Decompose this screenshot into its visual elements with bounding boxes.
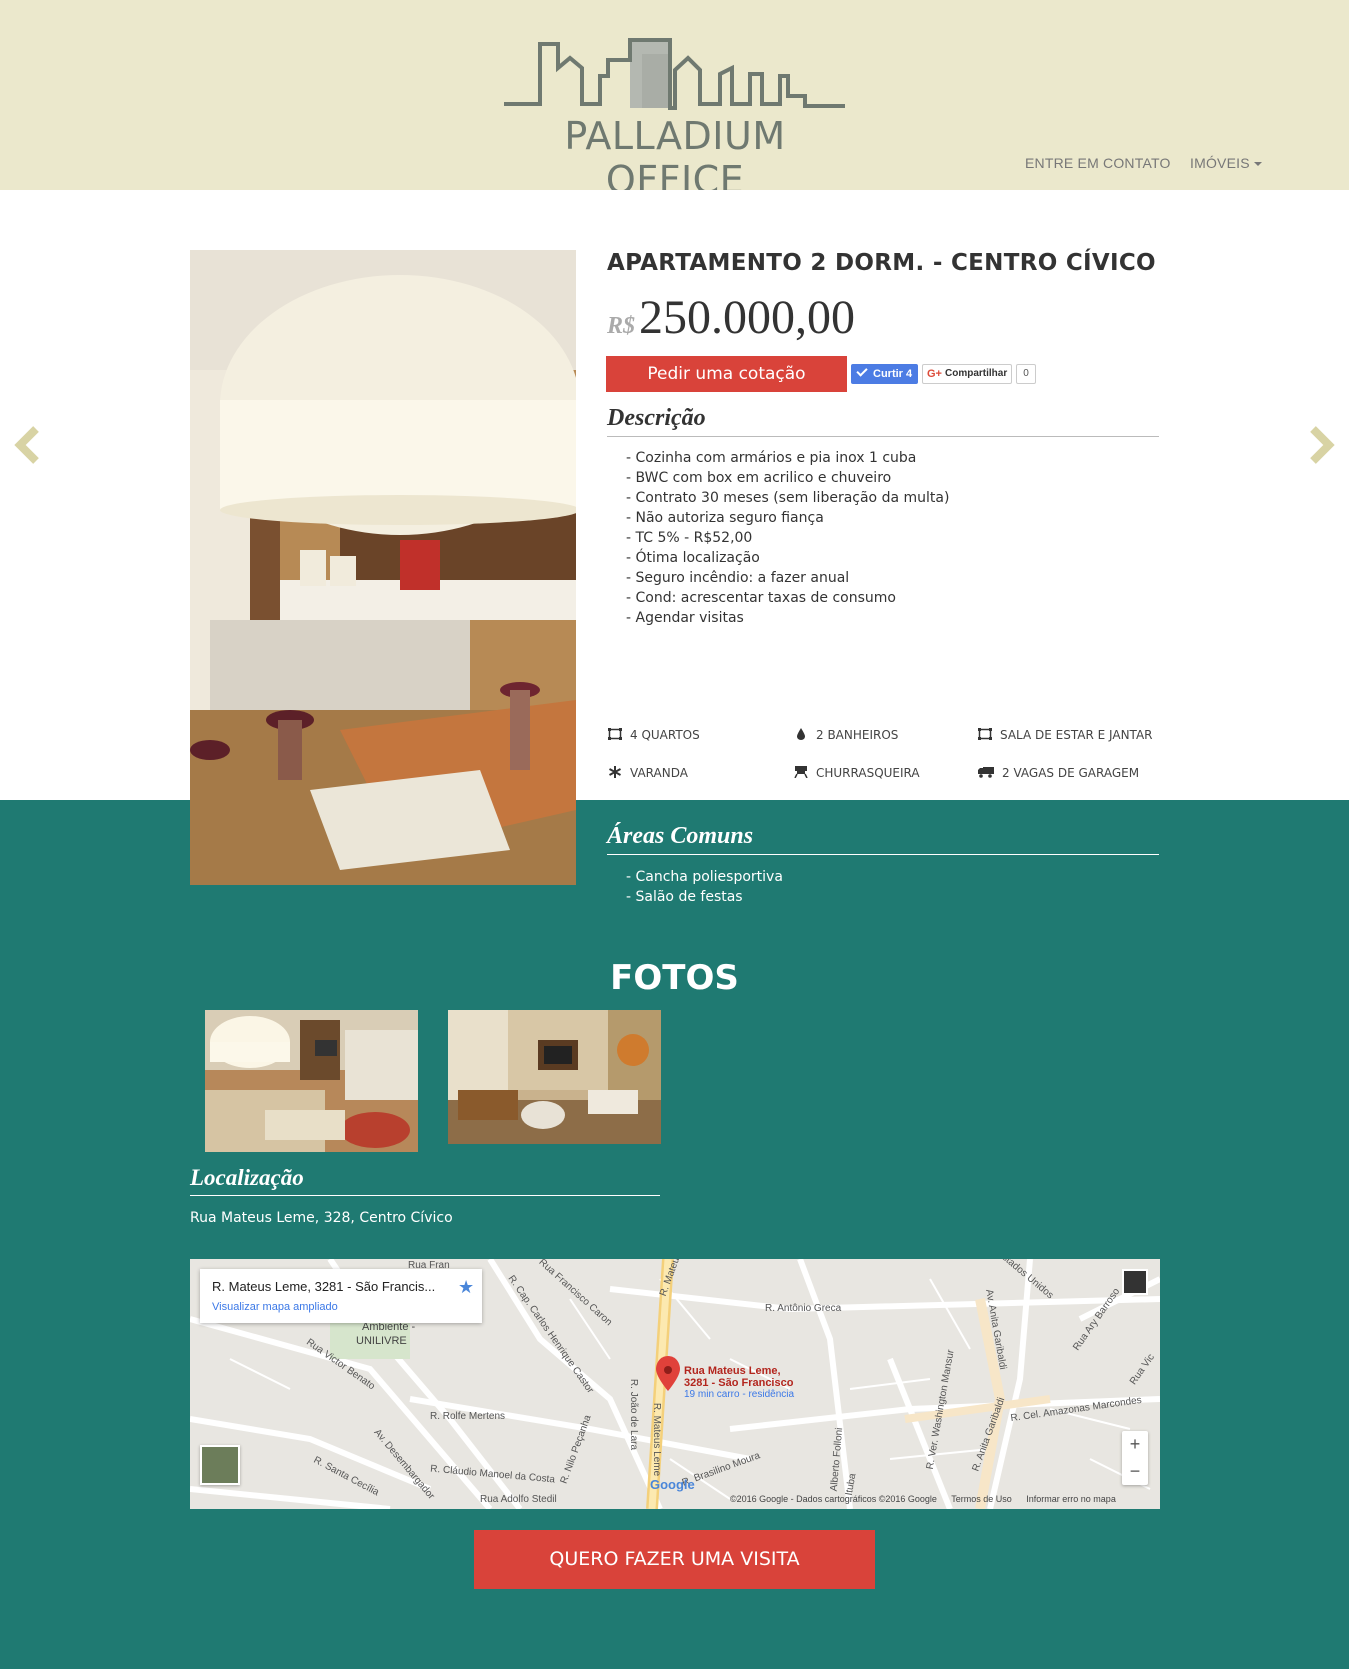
previous-arrow-icon[interactable] xyxy=(12,425,42,465)
square-icon xyxy=(978,728,992,740)
zoom-out-button[interactable]: − xyxy=(1122,1458,1148,1485)
description-item: - TC 5% - R$52,00 xyxy=(626,530,753,546)
feature-label: SALA DE ESTAR E JANTAR xyxy=(1000,728,1153,742)
map-street-label: R. Mateus Leme xyxy=(651,1402,663,1477)
view-larger-map-link[interactable]: Visualizar mapa ampliado xyxy=(212,1301,338,1313)
description-item: - Cozinha com armários e pia inox 1 cuba xyxy=(626,450,917,466)
caret-down-icon xyxy=(1253,162,1262,167)
price-value: 250.000,00 xyxy=(639,291,856,344)
map-poi-label: UNILIVRE xyxy=(356,1335,407,1347)
schedule-visit-button[interactable]: QUERO FAZER UMA VISITA xyxy=(474,1530,875,1589)
drop-icon xyxy=(797,728,805,740)
map-street-label: R. João de Lara xyxy=(628,1378,640,1451)
feature-bathrooms: 2 BANHEIROS xyxy=(794,728,898,742)
map-attribution: ©2016 Google - Dados cartográficos ©2016… xyxy=(730,1494,937,1504)
feature-label: VARANDA xyxy=(630,766,688,780)
next-arrow-icon[interactable] xyxy=(1307,425,1337,465)
location-heading: Localização xyxy=(190,1165,660,1196)
star-icon[interactable]: ★ xyxy=(458,1277,474,1298)
map-footer: ©2016 Google - Dados cartográficos ©2016… xyxy=(730,1494,1128,1504)
share-count: 0 xyxy=(1016,364,1036,384)
description-item: - Não autoriza seguro fiança xyxy=(626,510,824,526)
common-area-item: - Cancha poliesportiva xyxy=(626,869,783,885)
nav-properties-dropdown[interactable]: IMÓVEIS xyxy=(1190,155,1262,171)
description-item: - Cond: acrescentar taxas de consumo xyxy=(626,590,896,606)
nav-contact[interactable]: ENTRE EM CONTATO xyxy=(1025,155,1171,171)
feature-label: 2 BANHEIROS xyxy=(816,728,899,742)
description-item: - Ótima localização xyxy=(626,550,760,566)
map-zoom-control: + − xyxy=(1122,1431,1148,1485)
logo-buildings-icon xyxy=(504,38,845,110)
photo-thumbnail[interactable] xyxy=(205,1010,418,1152)
feature-bedrooms: 4 QUARTOS xyxy=(608,728,700,742)
map-report-link[interactable]: Informar erro no mapa xyxy=(1026,1494,1116,1504)
price-currency: R$ xyxy=(607,313,636,339)
check-icon xyxy=(856,365,868,377)
description-item: - Contrato 30 meses (sem liberação da mu… xyxy=(626,490,950,506)
photos-title: FOTOS xyxy=(610,958,739,998)
main-property-photo[interactable] xyxy=(190,250,576,885)
pin-label-line2: 3281 - São Francisco xyxy=(684,1377,794,1389)
google-plus-icon: G+ xyxy=(927,368,942,380)
feature-living-dining: SALA DE ESTAR E JANTAR xyxy=(978,728,1152,742)
logo-text: PALLADIUM OFFICE xyxy=(564,114,786,202)
zoom-in-button[interactable]: + xyxy=(1122,1431,1148,1458)
nav-properties-label: IMÓVEIS xyxy=(1190,155,1250,171)
common-area-item: - Salão de festas xyxy=(626,889,743,905)
pin-label-line1: Rua Mateus Leme, xyxy=(684,1365,781,1377)
feature-barbecue: CHURRASQUEIRA xyxy=(794,766,920,780)
feature-balcony: VARANDA xyxy=(608,766,688,780)
embedded-map[interactable]: R. Antônio Greca Ambiente - UNILIVRE Rua… xyxy=(190,1259,1160,1509)
property-price: R$250.000,00 xyxy=(607,290,855,345)
logo[interactable]: PALLADIUM OFFICE xyxy=(500,36,850,202)
feature-label: 2 VAGAS DE GARAGEM xyxy=(1002,766,1140,780)
map-street-label: R. Antônio Greca xyxy=(765,1303,842,1314)
common-areas-list: - Cancha poliesportiva - Salão de festas xyxy=(626,867,783,907)
feature-label: CHURRASQUEIRA xyxy=(816,766,920,780)
asterisk-icon xyxy=(609,766,621,778)
satellite-toggle[interactable] xyxy=(200,1445,240,1485)
share-label: Compartilhar xyxy=(945,368,1008,379)
map-street-label: Rua Adolfo Stedil xyxy=(480,1494,557,1505)
google-share-button[interactable]: G+ Compartilhar xyxy=(922,364,1012,384)
description-item: - Agendar visitas xyxy=(626,610,744,626)
map-card-title: R. Mateus Leme, 3281 - São Francis... xyxy=(212,1279,436,1294)
feature-garage: 2 VAGAS DE GARAGEM xyxy=(978,766,1139,780)
like-label: Curtir 4 xyxy=(873,368,913,380)
description-heading: Descrição xyxy=(607,405,1159,437)
site-header: PALLADIUM OFFICE ENTRE EM CONTATO IMÓVEI… xyxy=(0,0,1349,202)
map-info-card: R. Mateus Leme, 3281 - São Francis... Vi… xyxy=(200,1269,482,1323)
truck-icon xyxy=(978,767,994,778)
feature-label: 4 QUARTOS xyxy=(630,728,700,742)
map-pin-label: Rua Mateus Leme, 3281 - São Francisco xyxy=(684,1365,793,1389)
common-areas-heading: Áreas Comuns xyxy=(607,823,1159,855)
square-icon xyxy=(608,728,622,740)
request-quote-button[interactable]: Pedir uma cotação xyxy=(606,356,847,392)
description-item: - BWC com box em acrilico e chuveiro xyxy=(626,470,892,486)
google-logo: Google xyxy=(650,1477,695,1492)
property-address: Rua Mateus Leme, 328, Centro Cívico xyxy=(190,1210,453,1226)
grill-icon xyxy=(794,766,808,778)
description-list: - Cozinha com armários e pia inox 1 cuba… xyxy=(626,448,949,628)
property-title: APARTAMENTO 2 DORM. - CENTRO CÍVICO xyxy=(607,250,1156,276)
facebook-like-button[interactable]: Curtir 4 xyxy=(851,364,918,384)
map-terms-link[interactable]: Termos de Uso xyxy=(951,1494,1012,1504)
description-item: - Seguro incêndio: a fazer anual xyxy=(626,570,850,586)
map-pin-sublabel: 19 min carro - residência xyxy=(684,1389,795,1400)
photo-thumbnail[interactable] xyxy=(448,1010,661,1144)
avatar[interactable] xyxy=(1122,1269,1148,1295)
map-street-label: R. Rolfe Mertens xyxy=(430,1411,506,1422)
